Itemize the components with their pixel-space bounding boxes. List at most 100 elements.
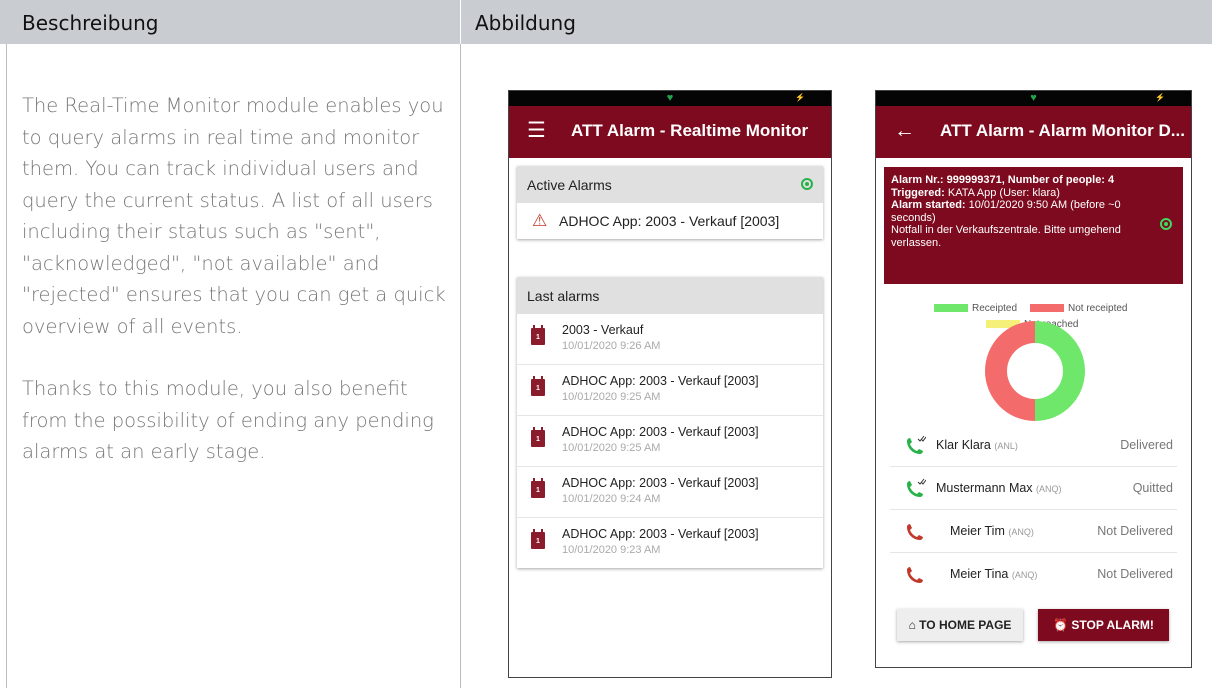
realtime-monitor-screenshot: ♥ ⚡ ☰ ATT Alarm - Realtime Monitor Active… — [508, 90, 832, 678]
header-figure: Abbildung — [461, 0, 1212, 44]
last-alarm-time: 10/01/2020 9:25 AM — [562, 442, 661, 454]
header-description: Beschreibung — [0, 0, 460, 44]
calendar-day: 1 — [536, 334, 540, 341]
status-bar: ♥ ⚡ — [876, 91, 1191, 106]
description-paragraph-1: The Real-Time Monitor module enables you… — [22, 94, 446, 338]
description-text: The Real-Time Monitor module enables you… — [22, 90, 452, 499]
contact-row[interactable]: Meier Tina (ANQ) Not Delivered — [890, 552, 1177, 595]
last-alarms-card: Last alarms 1 2003 - Verkauf 10/01/2020 9:… — [517, 277, 823, 568]
battery-icon: ⚡ — [1155, 93, 1165, 102]
contact-row[interactable]: Klar Klara (ANL) Delivered — [890, 423, 1177, 467]
last-alarms-list: 1 2003 - Verkauf 10/01/2020 9:26 AM 1 ADHOC … — [517, 314, 823, 568]
last-alarm-time: 10/01/2020 9:23 AM — [562, 544, 661, 556]
hamburger-menu-icon[interactable]: ☰ — [527, 119, 546, 143]
legend-receipted-label: Receipted — [972, 303, 1018, 314]
app-bar: ← ATT Alarm - Alarm Monitor D... — [876, 106, 1191, 158]
donut-slice-not-receipted — [985, 321, 1035, 421]
contact-name: Meier Tina (ANQ) — [950, 567, 1037, 581]
contact-code: (ANQ) — [1011, 570, 1038, 580]
legend-not-receipted: Not receipted — [1030, 303, 1127, 314]
last-alarm-title: ADHOC App: 2003 - Verkauf [2003] — [562, 476, 759, 490]
calendar-day: 1 — [536, 436, 540, 443]
contact-name-text: Meier Tim — [950, 524, 1005, 538]
calendar-icon: 1 — [531, 376, 545, 396]
active-status-radio-icon — [801, 178, 813, 190]
app-title: ATT Alarm - Realtime Monitor — [571, 121, 809, 140]
back-arrow-icon[interactable]: ← — [894, 119, 915, 143]
last-alarm-title: ADHOC App: 2003 - Verkauf [2003] — [562, 374, 759, 388]
contact-row[interactable]: Mustermann Max (ANQ) Quitted — [890, 466, 1177, 510]
app-title: ATT Alarm - Alarm Monitor D... — [940, 121, 1185, 140]
calendar-day: 1 — [536, 487, 540, 494]
home-page-button-label: TO HOME PAGE — [919, 618, 1012, 632]
contact-row[interactable]: Meier Tim (ANQ) Not Delivered — [890, 509, 1177, 553]
contact-code: (ANQ) — [1008, 527, 1034, 537]
contact-status: Delivered — [1120, 438, 1173, 452]
donut-slice-receipted — [1035, 321, 1085, 421]
home-page-button[interactable]: ⌂ TO HOME PAGE — [897, 609, 1023, 641]
triggered-label: Triggered: — [891, 186, 945, 199]
active-alarms-card: Active Alarms ⚠ ADHOC App: 2003 - Verkau… — [517, 166, 823, 239]
contact-name-text: Meier Tina — [950, 567, 1009, 581]
calendar-icon: 1 — [531, 478, 545, 498]
active-alarm-item[interactable]: ⚠ ADHOC App: 2003 - Verkauf [2003] — [517, 203, 823, 239]
triggered-value: KATA App (User: klara) — [944, 186, 1060, 199]
status-bar: ♥ ⚡ — [509, 91, 831, 106]
phone-check-icon — [907, 478, 926, 497]
last-alarm-time: 10/01/2020 9:24 AM — [562, 493, 661, 505]
phone-icon — [907, 524, 923, 540]
last-alarm-item[interactable]: 1 ADHOC App: 2003 - Verkauf [2003] 10/01/2… — [517, 467, 823, 518]
last-alarms-label: Last alarms — [527, 288, 600, 304]
contact-status: Quitted — [1132, 481, 1173, 495]
feature-table: Beschreibung Abbildung The Real-Time Mon… — [0, 0, 1212, 688]
active-alarms-header: Active Alarms — [517, 166, 823, 203]
alarm-clock-icon: ⏰ — [1053, 618, 1072, 632]
last-alarm-item[interactable]: 1 ADHOC App: 2003 - Verkauf [2003] 10/01/2… — [517, 365, 823, 416]
triggered-line: Triggered: KATA App (User: klara) — [891, 187, 1147, 200]
started-label: Alarm started: — [891, 199, 966, 211]
header-figure-label: Abbildung — [475, 11, 576, 35]
phone-icon — [907, 567, 923, 583]
stop-alarm-button-label: STOP ALARM! — [1071, 618, 1154, 632]
header-description-label: Beschreibung — [22, 11, 159, 35]
last-alarm-item[interactable]: 1 ADHOC App: 2003 - Verkauf [2003] 10/01/2… — [517, 518, 823, 568]
last-alarm-item[interactable]: 1 ADHOC App: 2003 - Verkauf [2003] 10/01/2… — [517, 416, 823, 467]
legend-swatch — [1030, 304, 1064, 313]
alarm-number-line: Alarm Nr.: 999999371, Number of people: … — [891, 174, 1147, 187]
alarm-number-text: Alarm Nr.: 999999371, Number of people: … — [891, 174, 1115, 186]
legend-not-receipted-label: Not receipted — [1068, 303, 1128, 314]
contact-name: Klar Klara (ANL) — [936, 438, 1018, 452]
contact-status: Not Delivered — [1097, 567, 1173, 581]
home-icon: ⌂ — [908, 618, 920, 632]
table-border-left — [6, 44, 7, 688]
last-alarm-title: 2003 - Verkauf — [562, 323, 644, 337]
calendar-icon: 1 — [531, 427, 545, 447]
last-alarm-title: ADHOC App: 2003 - Verkauf [2003] — [562, 527, 759, 541]
alarm-monitor-detail-screenshot: ♥ ⚡ ← ATT Alarm - Alarm Monitor D... Alar… — [875, 90, 1192, 668]
stop-alarm-button[interactable]: ⏰ STOP ALARM! — [1038, 609, 1169, 641]
started-line: Alarm started: 10/01/2020 9:50 AM (befor… — [891, 199, 1147, 224]
contact-code: (ANQ) — [1036, 484, 1062, 494]
last-alarm-item[interactable]: 1 2003 - Verkauf 10/01/2020 9:26 AM — [517, 314, 823, 365]
contact-code: (ANL) — [994, 441, 1018, 451]
last-alarm-title: ADHOC App: 2003 - Verkauf [2003] — [562, 425, 759, 439]
warning-icon: ⚠ — [532, 211, 548, 230]
heart-icon: ♥ — [1030, 92, 1037, 104]
description-paragraph-2: Thanks to this module, you also benefit … — [22, 377, 434, 463]
calendar-day: 1 — [536, 538, 540, 545]
legend-swatch — [934, 304, 968, 313]
contact-name-text: Mustermann Max — [936, 481, 1033, 495]
last-alarms-header: Last alarms — [517, 277, 823, 314]
table-divider — [460, 44, 461, 688]
app-bar: ☰ ATT Alarm - Realtime Monitor — [509, 106, 831, 158]
last-alarm-time: 10/01/2020 9:25 AM — [562, 391, 661, 403]
contact-name: Meier Tim (ANQ) — [950, 524, 1034, 538]
calendar-day: 1 — [536, 385, 540, 392]
alarm-active-radio-icon — [1160, 218, 1172, 230]
receipt-donut-chart — [985, 321, 1085, 421]
contact-name: Mustermann Max (ANQ) — [936, 481, 1062, 495]
battery-icon: ⚡ — [795, 93, 805, 102]
contact-name-text: Klar Klara — [936, 438, 991, 452]
calendar-icon: 1 — [531, 529, 545, 549]
active-alarm-text: ADHOC App: 2003 - Verkauf [2003] — [559, 213, 780, 229]
